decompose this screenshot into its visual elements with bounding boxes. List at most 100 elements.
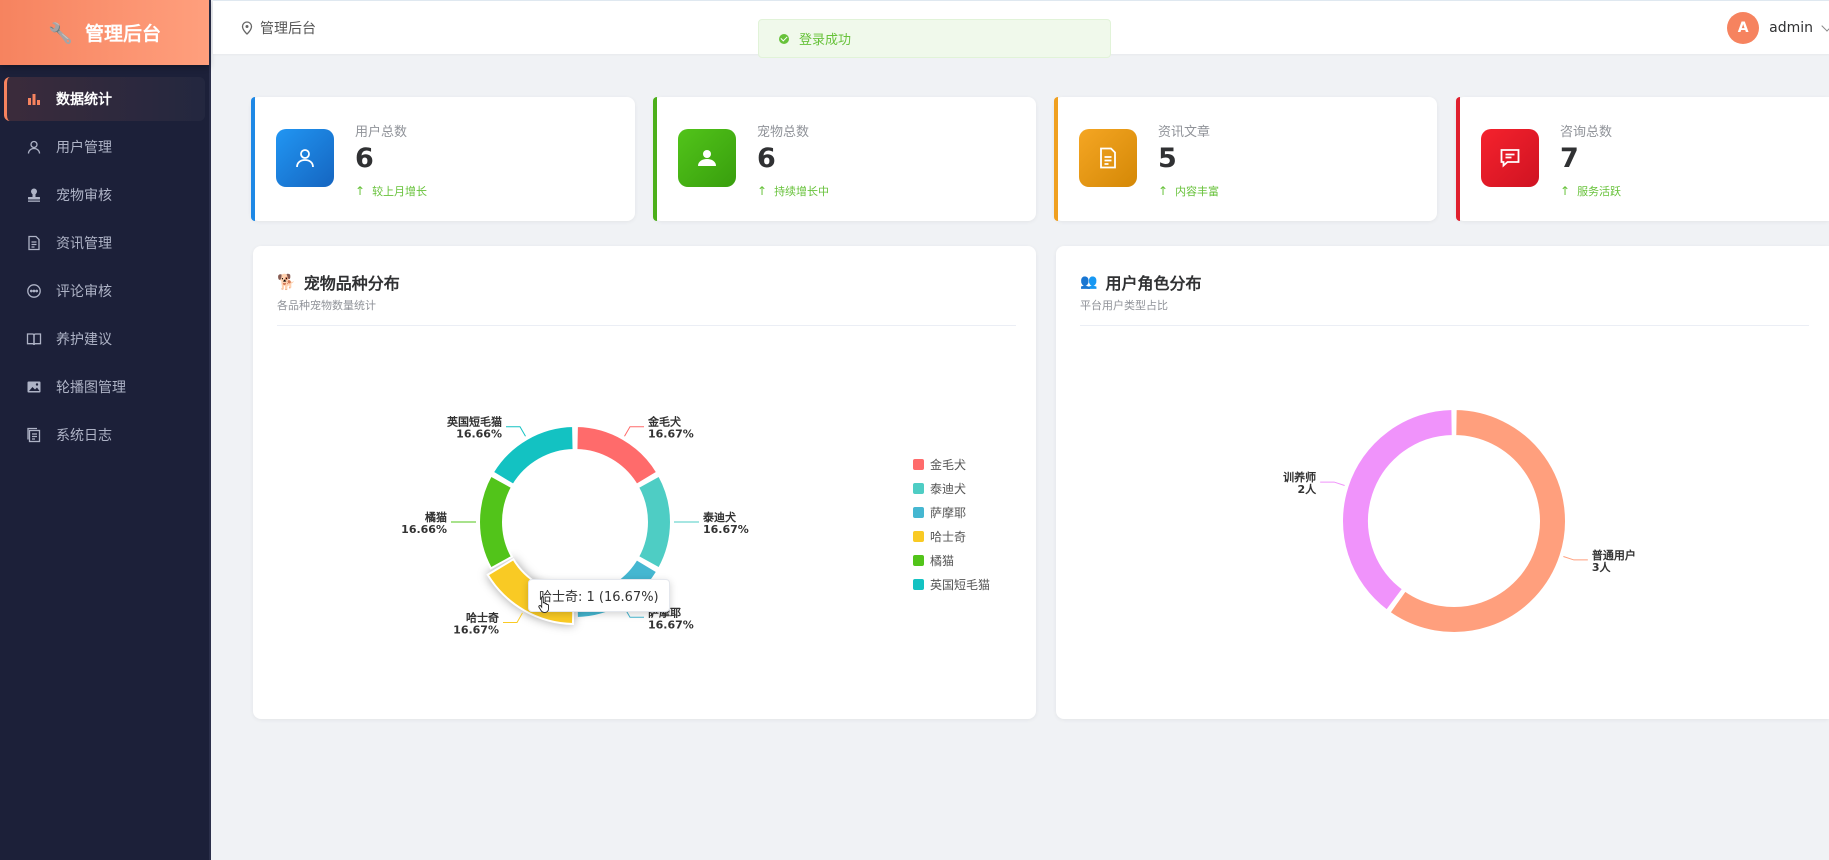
label-leader-line — [1320, 481, 1345, 486]
slice-label: 训养师 — [1283, 470, 1316, 484]
user-role-donut-chart[interactable]: 普通用户3人 训养师2人 — [1056, 246, 1829, 719]
slice-value-label: 16.67% — [453, 623, 499, 636]
chat-icon — [1481, 129, 1539, 187]
arrow-up-icon: ↑ — [757, 184, 768, 198]
arrow-up-icon: ↑ — [355, 184, 366, 198]
wrench-icon: 🔧 — [48, 20, 73, 45]
sidebar-menu: 数据统计 用户管理 宠物审核 资讯管理 评论审核 养护建议 轮播图管理 系统日志 — [0, 77, 209, 457]
slice-value-label: 16.67% — [648, 428, 694, 441]
stat-label: 资讯文章 — [1158, 125, 1211, 140]
donut-slice[interactable] — [575, 424, 659, 487]
stat-label: 咨询总数 — [1560, 125, 1613, 140]
user-role-chart-card: 👥 用户角色分布 平台用户类型占比 普通用户 3人 训养师 2人 — [1056, 246, 1829, 719]
app-logo[interactable]: 🔧 管理后台 — [0, 0, 209, 65]
document-icon — [1079, 129, 1137, 187]
sidebar-item-label: 系统日志 — [56, 428, 112, 444]
username[interactable]: admin — [1769, 20, 1813, 36]
sidebar-item-logs[interactable]: 系统日志 — [4, 413, 205, 457]
stat-label: 用户总数 — [355, 125, 408, 140]
slice-label: 普通用户 — [1592, 548, 1636, 562]
stat-trend: ↑ 持续增长中 — [757, 183, 829, 199]
stamp-icon — [26, 187, 42, 203]
sidebar-item-label: 评论审核 — [56, 284, 112, 300]
legend-swatch — [913, 578, 924, 590]
accent-bar — [1054, 97, 1058, 221]
book-icon — [26, 331, 42, 347]
stat-value: 6 — [757, 143, 776, 174]
stat-card-articles: 资讯文章 5 ↑ 内容丰富 — [1054, 97, 1437, 221]
donut-slice[interactable] — [636, 474, 672, 570]
breadcrumb-item[interactable]: 管理后台 — [260, 18, 316, 38]
sidebar-item-care-advice[interactable]: 养护建议 — [4, 317, 205, 361]
slice-value-label: 16.66% — [401, 523, 447, 536]
sidebar-item-label: 用户管理 — [56, 140, 112, 156]
donut-slice[interactable] — [478, 474, 514, 570]
legend-item[interactable]: 金毛犬 — [913, 452, 990, 476]
slice-value-label: 16.66% — [456, 428, 502, 441]
user-icon — [276, 129, 334, 187]
stat-card-pets: 宠物总数 6 ↑ 持续增长中 — [653, 97, 1036, 221]
person-card-icon — [678, 129, 736, 187]
legend-label: 萨摩耶 — [930, 505, 967, 520]
slice-value-label: 2人 — [1298, 482, 1318, 496]
sidebar-item-label: 轮播图管理 — [56, 380, 126, 396]
image-icon — [26, 379, 42, 395]
stat-trend-text: 内容丰富 — [1175, 185, 1220, 198]
sidebar: 🔧 管理后台 数据统计 用户管理 宠物审核 资讯管理 评论审核 养护建议 轮播图… — [0, 0, 211, 860]
slice-label: 橘猫 — [424, 510, 447, 524]
sidebar-item-comments[interactable]: 评论审核 — [4, 269, 205, 313]
legend-label: 金毛犬 — [930, 457, 967, 472]
sidebar-item-stats[interactable]: 数据统计 — [4, 77, 205, 121]
avatar[interactable]: A — [1727, 12, 1760, 44]
sidebar-item-users[interactable]: 用户管理 — [4, 125, 205, 169]
accent-bar — [653, 97, 657, 221]
accent-bar — [1456, 97, 1460, 221]
stat-trend: ↑ 内容丰富 — [1158, 183, 1219, 199]
sidebar-item-banners[interactable]: 轮播图管理 — [4, 365, 205, 409]
legend-label: 橘猫 — [930, 553, 955, 568]
stat-trend-text: 较上月增长 — [372, 185, 428, 198]
toast-message: 登录成功 — [799, 33, 852, 48]
stat-trend: ↑ 服务活跃 — [1560, 183, 1621, 199]
sidebar-item-news[interactable]: 资讯管理 — [4, 221, 205, 265]
legend-item[interactable]: 英国短毛猫 — [913, 572, 990, 596]
slice-label: 金毛犬 — [647, 415, 682, 429]
label-leader-line — [506, 426, 526, 437]
legend-label: 英国短毛猫 — [930, 577, 991, 592]
legend-item[interactable]: 萨摩耶 — [913, 500, 990, 524]
sidebar-item-label: 数据统计 — [56, 92, 112, 108]
sidebar-item-label: 宠物审核 — [56, 188, 112, 204]
legend-item[interactable]: 哈士奇 — [913, 524, 990, 548]
stat-card-consults: 咨询总数 7 ↑ 服务活跃 — [1456, 97, 1829, 221]
legend-swatch — [913, 506, 924, 518]
stat-label: 宠物总数 — [757, 125, 810, 140]
app-title: 管理后台 — [84, 23, 161, 45]
slice-label: 英国短毛猫 — [446, 415, 502, 429]
breadcrumb: 管理后台 — [241, 18, 316, 38]
stat-value: 5 — [1158, 143, 1177, 174]
slice-label: 哈士奇 — [466, 610, 499, 624]
sidebar-item-label: 养护建议 — [56, 332, 112, 348]
legend-label: 泰迪犬 — [930, 481, 967, 496]
comment-icon — [26, 283, 42, 299]
donut-slice[interactable] — [1341, 407, 1454, 613]
donut-slice[interactable] — [491, 424, 575, 487]
chevron-down-icon[interactable] — [1821, 20, 1829, 32]
stat-value: 7 — [1560, 143, 1579, 174]
check-circle-icon — [779, 33, 789, 44]
sidebar-item-pet-review[interactable]: 宠物审核 — [4, 173, 205, 217]
accent-bar — [251, 97, 255, 221]
bar-chart-icon — [26, 91, 42, 107]
legend-item[interactable]: 泰迪犬 — [913, 476, 990, 500]
stat-card-users: 用户总数 6 ↑ 较上月增长 — [251, 97, 635, 221]
slice-value-label: 16.67% — [648, 618, 694, 631]
log-icon — [26, 427, 42, 443]
legend-item[interactable]: 橘猫 — [913, 548, 990, 572]
slice-value-label: 16.67% — [703, 523, 749, 536]
document-icon — [26, 235, 42, 251]
user-icon — [26, 139, 42, 155]
slice-label: 泰迪犬 — [702, 510, 737, 524]
label-leader-line — [503, 612, 523, 623]
legend-swatch — [913, 482, 924, 494]
user-menu[interactable]: A admin — [1727, 12, 1829, 44]
